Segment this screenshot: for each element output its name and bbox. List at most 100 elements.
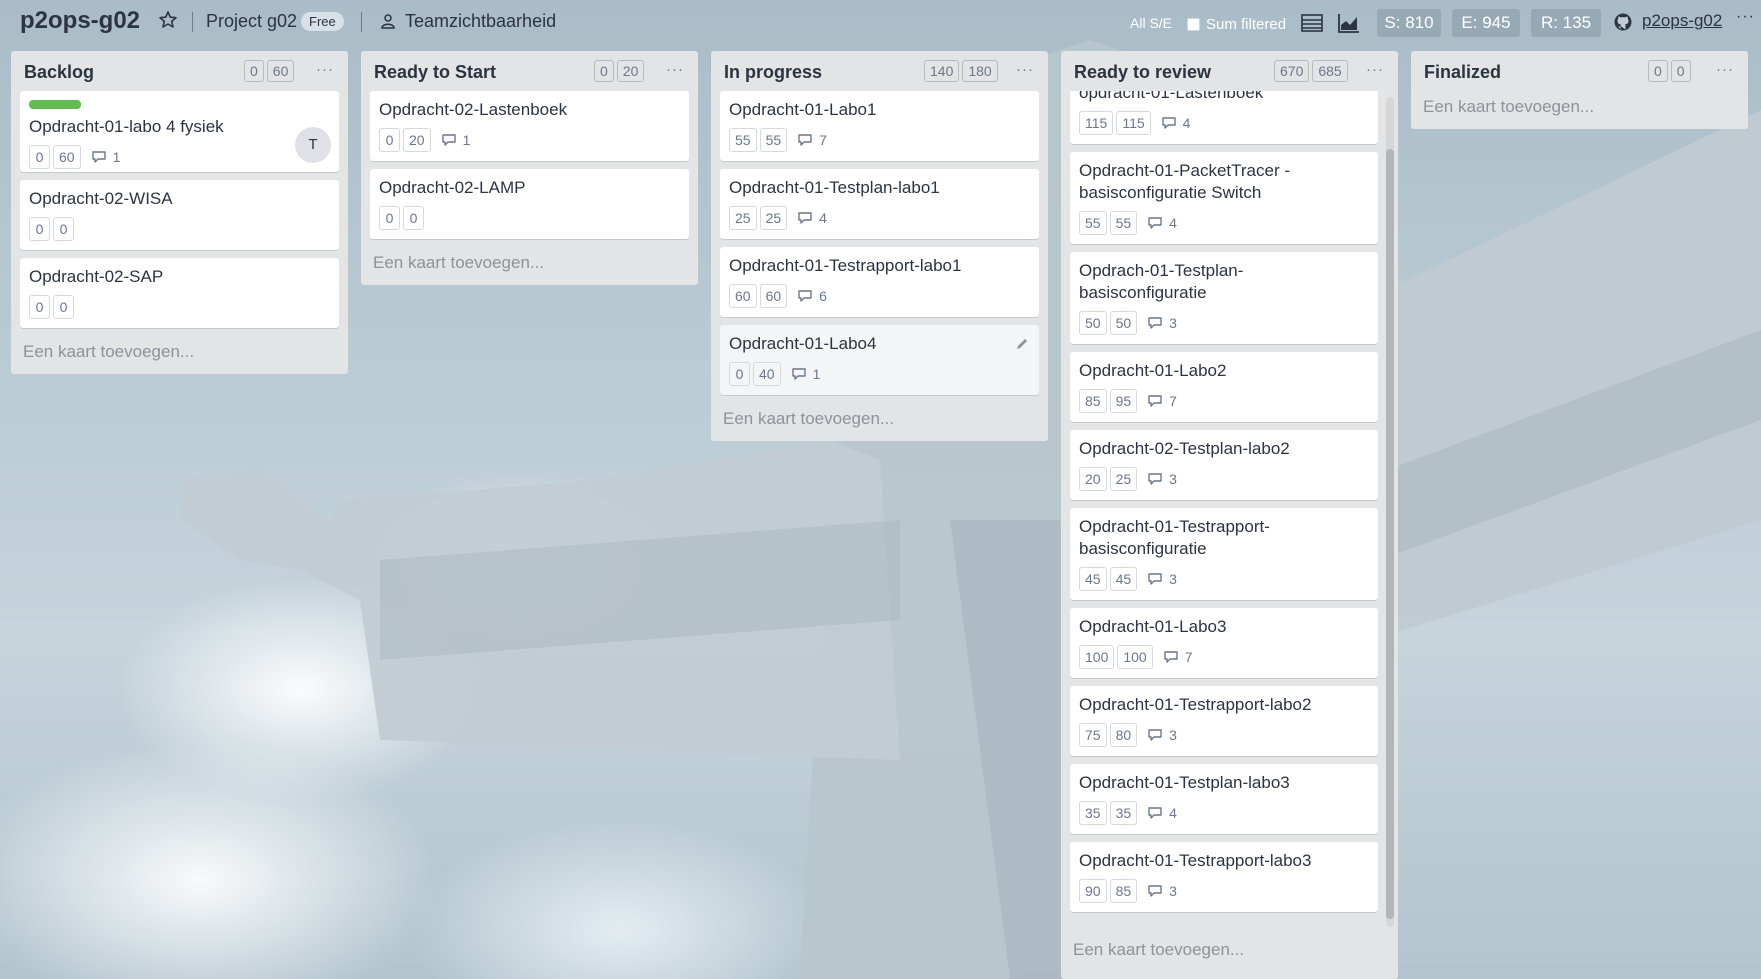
list-estimate-badge: 180: [962, 60, 998, 82]
visibility-button[interactable]: Teamzichtbaarheid: [405, 11, 556, 32]
list-spent-badge: 0: [594, 60, 614, 82]
comment-count: 4: [1169, 805, 1177, 821]
list-spent-badge: 0: [1648, 60, 1668, 82]
card-title: Opdracht-02-WISA: [29, 189, 173, 208]
card-estimate-badge: 50: [1109, 311, 1138, 335]
card-spent-badge: 100: [1079, 645, 1115, 669]
card-spent-badge: 75: [1079, 723, 1107, 747]
card[interactable]: Opdracht-01-PacketTracer - basisconfigur…: [1070, 152, 1378, 244]
member-avatar[interactable]: T: [295, 127, 331, 163]
card-title: Opdracht-01-Testrapport-labo3: [1079, 851, 1312, 870]
comment-count: 1: [812, 366, 821, 382]
list-ready-to-start: Ready to Start 0 20 ··· Opdracht-02-Last…: [361, 51, 698, 285]
list-estimate-badge: 20: [616, 60, 645, 82]
card[interactable]: opdracht-01-Lastenboek 115 115 4: [1070, 91, 1378, 144]
list-title[interactable]: Ready to review: [1074, 62, 1211, 83]
add-card-button[interactable]: Een kaart toevoegen...: [1061, 928, 1398, 972]
card-estimate-badge: 55: [759, 128, 788, 152]
github-repo-link[interactable]: p2ops-g02: [1642, 11, 1722, 31]
all-se-toggle[interactable]: All S/E: [1130, 15, 1172, 31]
card[interactable]: Opdracht-01-Testrapport-labo1 60 60 6: [720, 247, 1039, 317]
card[interactable]: Opdracht-01-Testrapport-labo3 90 85 3: [1070, 842, 1378, 912]
list-finalized: Finalized 0 0 ··· Een kaart toevoegen...: [1411, 51, 1748, 129]
sum-filtered-checkbox[interactable]: [1187, 18, 1200, 31]
card[interactable]: Opdracht-01-Testplan-labo3 35 35 4: [1070, 764, 1378, 834]
comment-icon: [1164, 651, 1178, 663]
card-estimate-badge: 0: [53, 217, 74, 241]
card[interactable]: Opdracht-01-Testrapport-basisconfigurati…: [1070, 508, 1378, 600]
comment-count: 7: [819, 132, 827, 148]
card-label-green[interactable]: [29, 100, 81, 109]
card-estimate-badge: 0: [403, 206, 424, 230]
comment-icon: [91, 151, 106, 163]
add-card-button[interactable]: Een kaart toevoegen...: [361, 247, 698, 285]
add-card-button[interactable]: Een kaart toevoegen...: [711, 403, 1048, 441]
board-title[interactable]: p2ops-g02: [20, 7, 140, 35]
card-spent-badge: 35: [1079, 801, 1107, 825]
card[interactable]: Opdracht-01-Labo1 55 55 7: [720, 91, 1039, 161]
card[interactable]: Opdracht-01-Testplan-labo1 25 25 4: [720, 169, 1039, 239]
list-cards-scroll-area[interactable]: opdracht-01-Lastenboek 115 115 4 Opdrach…: [1061, 91, 1398, 928]
card[interactable]: Opdracht-02-LAMP 0 0: [370, 169, 689, 239]
table-view-icon[interactable]: [1301, 14, 1323, 32]
card-spent-badge: 60: [729, 284, 757, 308]
card-title: Opdracht-02-LAMP: [379, 178, 526, 197]
card[interactable]: Opdracht-02-Lastenboek 0 20 1: [370, 91, 689, 161]
team-name[interactable]: Project g02: [206, 11, 297, 32]
list-menu-button[interactable]: ···: [1366, 61, 1384, 78]
comment-icon: [1148, 885, 1162, 897]
star-icon[interactable]: [158, 10, 178, 30]
card-title: Opdracht-01-labo 4 fysiek: [29, 117, 224, 136]
comment-icon: [441, 134, 456, 146]
card[interactable]: Opdracht-01-labo 4 fysiek 0 60 1 T: [20, 91, 339, 172]
list-title[interactable]: Ready to Start: [374, 62, 496, 83]
card[interactable]: Opdracht-01-Labo4 0 40 1: [720, 325, 1039, 395]
list-estimate-badge: 685: [1312, 60, 1348, 82]
github-icon: [1614, 13, 1632, 31]
card-title: Opdracht-02-Lastenboek: [379, 100, 568, 119]
pencil-icon[interactable]: [1015, 337, 1029, 351]
list-title[interactable]: Backlog: [24, 62, 94, 83]
comment-icon: [1148, 217, 1162, 229]
list-menu-button[interactable]: ···: [316, 61, 334, 78]
card-estimate-badge: 100: [1117, 645, 1153, 669]
list-menu-button[interactable]: ···: [1716, 61, 1734, 78]
card[interactable]: Opdracht-01-Labo3 100 100 7: [1070, 608, 1378, 678]
list-spent-badge: 670: [1274, 60, 1310, 82]
comment-count: 4: [1169, 215, 1177, 231]
card[interactable]: Opdracht-02-Testplan-labo2 20 25 3: [1070, 430, 1378, 500]
card-spent-badge: 45: [1079, 567, 1107, 591]
burndown-chart-icon[interactable]: [1338, 13, 1360, 33]
add-card-button[interactable]: Een kaart toevoegen...: [11, 336, 348, 374]
card[interactable]: Opdracht-02-SAP 0 0: [20, 258, 339, 328]
list-backlog: Backlog 0 60 ··· Opdracht-01-labo 4 fysi…: [11, 51, 348, 374]
card-spent-badge: 50: [1079, 311, 1107, 335]
card-estimate-badge: 40: [753, 362, 781, 386]
comment-count: 3: [1169, 571, 1177, 587]
comment-icon: [798, 134, 812, 146]
comment-count: 3: [1169, 727, 1177, 743]
team-visibility-icon: [381, 14, 395, 29]
list-header: Ready to review 670 685 ···: [1061, 51, 1398, 91]
card[interactable]: Opdracht-02-WISA 0 0: [20, 180, 339, 250]
scrollbar-thumb[interactable]: [1386, 149, 1394, 919]
list-title[interactable]: In progress: [724, 62, 822, 83]
card-spent-badge: 0: [729, 362, 750, 386]
list-estimate-badge: 60: [266, 60, 295, 82]
list-menu-button[interactable]: ···: [1016, 61, 1034, 78]
card-estimate-badge: 60: [53, 145, 81, 169]
list-spent-badge: 140: [924, 60, 960, 82]
add-card-button[interactable]: Een kaart toevoegen...: [1411, 91, 1748, 129]
card[interactable]: Opdracht-01-Labo2 85 95 7: [1070, 352, 1378, 422]
comment-icon: [1148, 807, 1162, 819]
card-estimate-badge: 25: [759, 206, 788, 230]
card-spent-badge: 55: [1079, 211, 1107, 235]
card-estimate-badge: 60: [759, 284, 788, 308]
sum-filtered-label[interactable]: Sum filtered: [1206, 16, 1286, 33]
list-title[interactable]: Finalized: [1424, 62, 1501, 83]
board-menu-button[interactable]: ···: [1736, 8, 1755, 26]
card[interactable]: Opdracht-01-Testrapport-labo2 75 80 3: [1070, 686, 1378, 756]
list-menu-button[interactable]: ···: [666, 61, 684, 78]
card[interactable]: Opdrach-01-Testplan-basisconfiguratie 50…: [1070, 252, 1378, 344]
card-spent-badge: 20: [1079, 467, 1107, 491]
